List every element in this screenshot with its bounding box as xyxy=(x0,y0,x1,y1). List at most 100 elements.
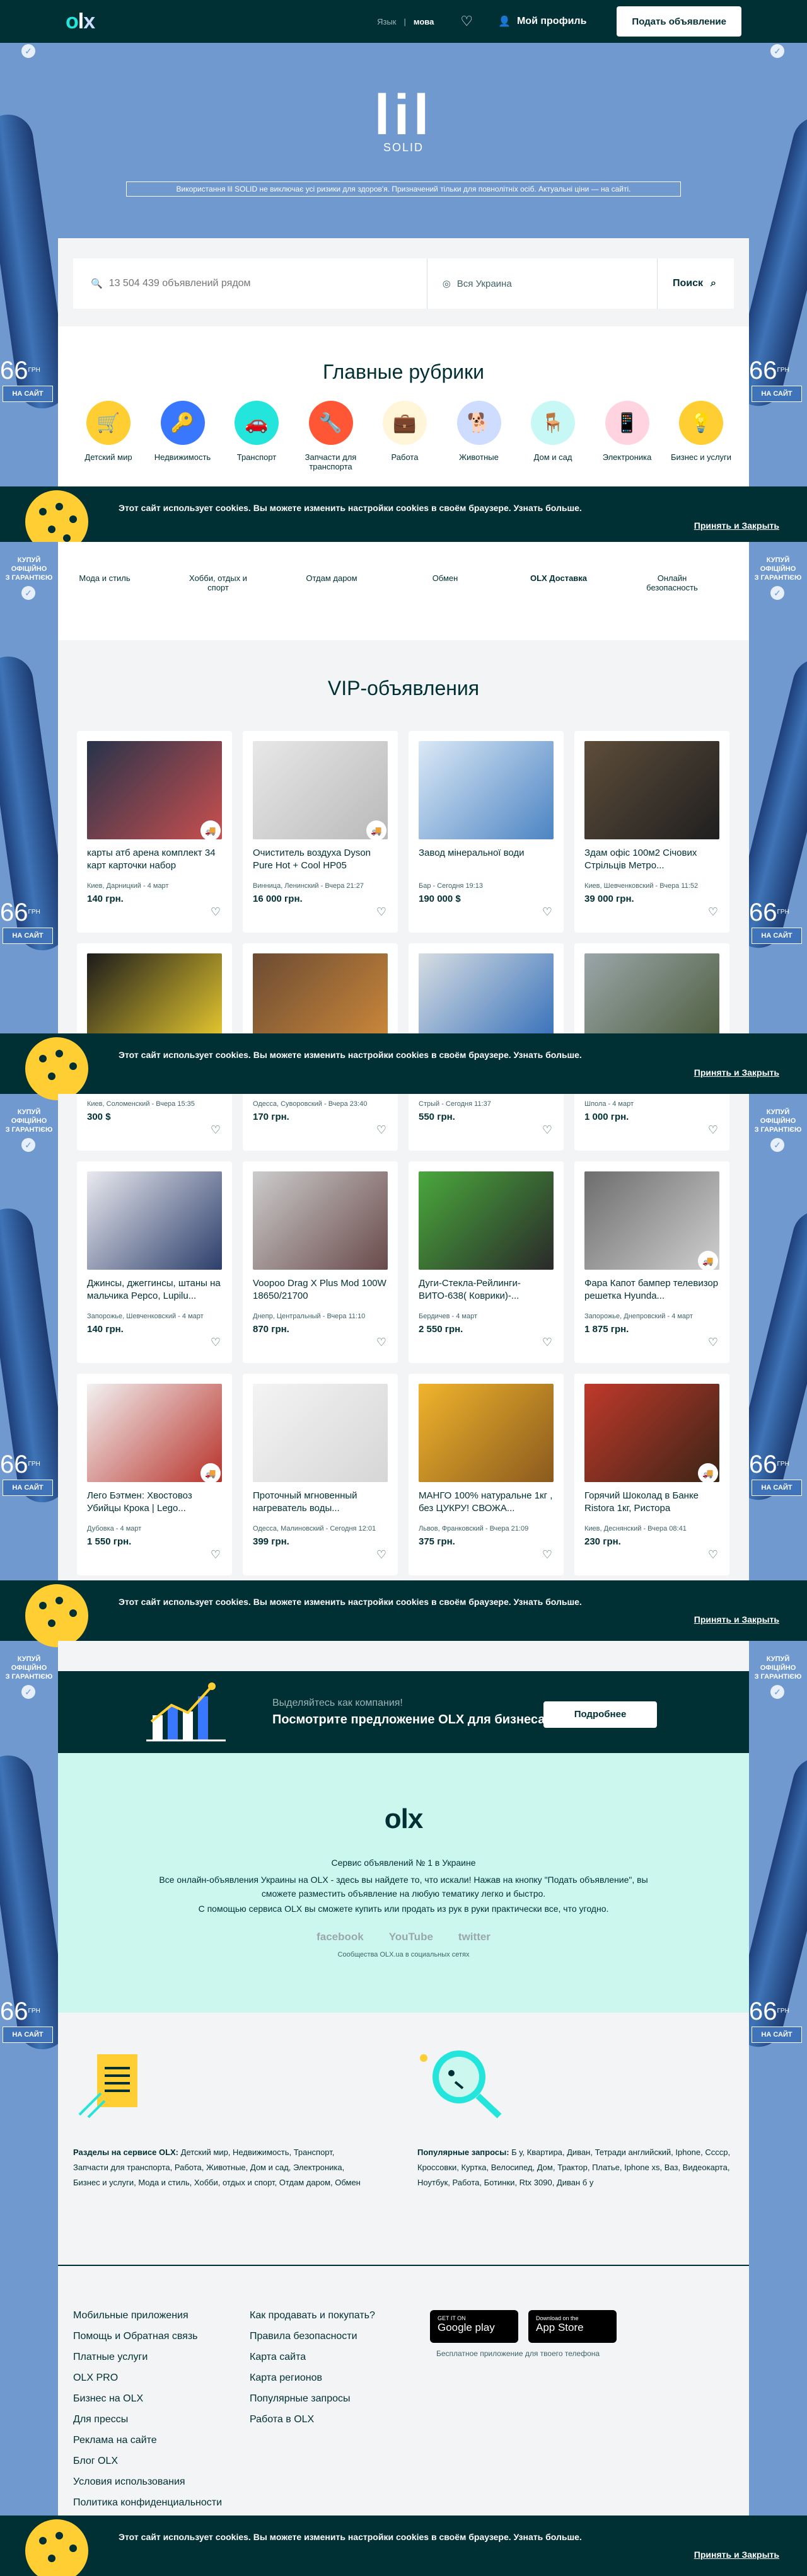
category-item[interactable]: 🔧 Запчасти для транспорта xyxy=(299,401,363,471)
footer-link[interactable]: Карта сайта xyxy=(250,2347,414,2367)
search-input[interactable] xyxy=(108,278,412,289)
ad-buy-button[interactable]: НА САЙТ xyxy=(752,928,802,944)
ad-side-left[interactable]: КУПУЙ ОФІЦІЙНО З ГАРАНТІЄЮ ✓ 66ГРН НА САЙТ xyxy=(0,1094,58,1580)
google-play-badge[interactable]: GET IT ON Google play xyxy=(430,2310,518,2343)
footer-link[interactable]: Помощь и Обратная связь xyxy=(73,2326,237,2347)
search-button[interactable]: Поиск ⌕ xyxy=(657,258,716,309)
ad-side-right[interactable]: КУПУЙ ОФІЦІЙНО З ГАРАНТІЄЮ✓66ГРННА САЙТ xyxy=(749,1641,807,2521)
heart-icon[interactable]: ♡ xyxy=(708,906,718,919)
heart-icon[interactable]: ♡ xyxy=(542,1124,552,1137)
heart-icon[interactable]: ♡ xyxy=(542,906,552,919)
vip-card[interactable]: Киев, Соломенский - Вчера 15:35300 $♡ xyxy=(77,1094,232,1151)
heart-icon[interactable]: ♡ xyxy=(708,1124,718,1137)
olx-logo[interactable]: olx xyxy=(66,9,95,34)
heart-icon[interactable]: ♡ xyxy=(542,1336,552,1349)
heart-icon[interactable]: ♡ xyxy=(211,1336,221,1349)
category-item[interactable]: Хобби, отдых и спорт xyxy=(187,573,250,592)
category-item[interactable]: 🐕 Животные xyxy=(448,401,511,471)
cookie-more-link[interactable]: Узнать больше. xyxy=(514,1597,582,1607)
lang-option-active[interactable]: мова xyxy=(414,17,434,26)
vip-card[interactable]: 🚚 Горячий Шоколад в Банке Ristora 1кг, Ри… xyxy=(574,1374,729,1575)
ad-side-left[interactable]: КУПУЙ ОФІЦІЙНО З ГАРАНТІЄЮ ✓ 66ГРН НА САЙТ xyxy=(0,1641,58,2521)
twitter-icon[interactable]: twitter xyxy=(458,1931,491,1943)
vip-card[interactable]: МАНГО 100% натуральне 1кг , без ЦУКРУ! С… xyxy=(409,1374,564,1575)
business-more-button[interactable]: Подробнее xyxy=(543,1701,657,1728)
footer-link[interactable]: Правила безопасности xyxy=(250,2326,414,2347)
vip-card[interactable]: Киев, Соломенский - Вчера 15:35300 $♡ xyxy=(77,943,232,1033)
category-item[interactable]: Мода и стиль xyxy=(73,573,136,592)
footer-link[interactable]: Бизнес на OLX xyxy=(73,2388,237,2409)
facebook-icon[interactable]: facebook xyxy=(316,1931,364,1943)
vip-card[interactable]: Шпола - 4 март1 000 грн.♡ xyxy=(574,943,729,1033)
footer-link[interactable]: Условия использования xyxy=(73,2471,237,2492)
ad-buy-button[interactable]: НА САЙТ xyxy=(3,928,53,944)
category-item[interactable]: 💼 Работа xyxy=(373,401,436,471)
cookie-more-link[interactable]: Узнать больше. xyxy=(514,2532,582,2542)
cookie-accept-button[interactable]: Принять и Закрыть xyxy=(694,2550,779,2560)
vip-card[interactable]: Джинсы, джеггинсы, штаны на мальчика Pep… xyxy=(77,1161,232,1363)
heart-icon[interactable]: ♡ xyxy=(376,906,386,919)
vip-card[interactable]: Одесса, Суворовский - Вчера 23:40170 грн… xyxy=(243,1094,398,1151)
heart-icon[interactable]: ♡ xyxy=(460,13,473,30)
category-item[interactable]: OLX Доставка xyxy=(527,573,590,592)
ad-buy-button[interactable]: НА САЙТ xyxy=(3,1480,53,1496)
heart-icon[interactable]: ♡ xyxy=(376,1548,386,1561)
vip-card[interactable]: 🚚 Лего Бэтмен: Хвостовоз Убийцы Крока | L… xyxy=(77,1374,232,1575)
vip-card[interactable]: Одесса, Суворовский - Вчера 23:40170 грн… xyxy=(243,943,398,1033)
category-item[interactable]: 🚗 Транспорт xyxy=(225,401,288,471)
category-item[interactable]: 🔑 Недвижимость xyxy=(151,401,214,471)
heart-icon[interactable]: ♡ xyxy=(708,1336,718,1349)
vip-card[interactable]: Завод мінеральної води Бар - Сегодня 19:1… xyxy=(409,731,564,933)
footer-link[interactable]: OLX PRO xyxy=(73,2367,237,2388)
cookie-accept-button[interactable]: Принять и Закрыть xyxy=(694,1614,779,1624)
vip-card[interactable]: Дуги-Стекла-Рейлинги-ВИТО-638( Коврики)-… xyxy=(409,1161,564,1363)
ad-buy-button[interactable]: НА САЙТ xyxy=(752,386,802,402)
heart-icon[interactable]: ♡ xyxy=(376,1336,386,1349)
ad-side-right[interactable]: КУПУЙ ОФІЦІЙНО З ГАРАНТІЄЮ✓66ГРННА САЙТ xyxy=(749,542,807,1033)
heart-icon[interactable]: ♡ xyxy=(542,1548,552,1561)
footer-link[interactable]: Для прессы xyxy=(73,2409,237,2430)
category-item[interactable]: Отдам даром xyxy=(300,573,363,592)
footer-link[interactable]: Карта регионов xyxy=(250,2367,414,2388)
cookie-accept-button[interactable]: Принять и Закрыть xyxy=(694,520,779,531)
footer-link[interactable]: Как продавать и покупать? xyxy=(250,2305,414,2326)
category-item[interactable]: 🛒 Детский мир xyxy=(77,401,140,471)
ad-buy-button[interactable]: НА САЙТ xyxy=(3,2027,53,2043)
vip-card[interactable]: 🚚 Фара Капот бампер телевизор решетка Hyu… xyxy=(574,1161,729,1363)
ad-side-left[interactable]: КУПУЙ ОФІЦІЙНО З ГАРАНТІЄЮ ✓ 66ГРН НА САЙТ xyxy=(0,542,58,1033)
profile-link[interactable]: 👤 Мой профиль xyxy=(498,15,586,28)
vip-card[interactable]: Voopoo Drag X Plus Mod 100W 18650/21700 Д… xyxy=(243,1161,398,1363)
vip-card[interactable]: Стрый - Сегодня 11:37550 грн.♡ xyxy=(409,1094,564,1151)
category-item[interactable]: Обмен xyxy=(414,573,477,592)
footer-link[interactable]: Работа в OLX xyxy=(250,2409,414,2430)
category-item[interactable]: Онлайн безопасность xyxy=(641,573,704,592)
category-item[interactable]: 💡 Бизнес и услуги xyxy=(670,401,733,471)
cookie-accept-button[interactable]: Принять и Закрыть xyxy=(694,1067,779,1078)
cookie-more-link[interactable]: Узнать больше. xyxy=(514,503,582,513)
footer-link[interactable]: Платные услуги xyxy=(73,2347,237,2367)
ad-buy-button[interactable]: НА САЙТ xyxy=(752,1480,802,1496)
vip-card[interactable]: Шпола - 4 март1 000 грн.♡ xyxy=(574,1094,729,1151)
footer-link[interactable]: Популярные запросы xyxy=(250,2388,414,2409)
heart-icon[interactable]: ♡ xyxy=(211,1124,221,1137)
app-store-badge[interactable]: Download on the App Store xyxy=(528,2310,617,2343)
footer-link[interactable]: Блог OLX xyxy=(73,2451,237,2471)
vip-card[interactable]: 🚚 карты атб арена комплект 34 карт карточ… xyxy=(77,731,232,933)
heart-icon[interactable]: ♡ xyxy=(376,1124,386,1137)
heart-icon[interactable]: ♡ xyxy=(211,906,221,919)
vip-card[interactable]: 🚚 Очиститель воздуха Dyson Pure Hot + Coo… xyxy=(243,731,398,933)
location-input[interactable]: Вся Украина xyxy=(457,279,512,289)
vip-card[interactable]: Проточный мгновенный нагреватель воды...… xyxy=(243,1374,398,1575)
footer-link[interactable]: Мобильные приложения xyxy=(73,2305,237,2326)
ad-side-right[interactable]: КУПУЙ ОФІЦІЙНО З ГАРАНТІЄЮ✓66ГРННА САЙТ xyxy=(749,1094,807,1580)
footer-link[interactable]: Реклама на сайте xyxy=(73,2430,237,2451)
vip-card[interactable]: Стрый - Сегодня 11:37550 грн.♡ xyxy=(409,943,564,1033)
category-item[interactable]: 🪑 Дом и сад xyxy=(521,401,584,471)
heart-icon[interactable]: ♡ xyxy=(211,1548,221,1561)
heart-icon[interactable]: ♡ xyxy=(708,1548,718,1561)
vip-card[interactable]: Здам офіс 100м2 Січових Стрільців Метро.… xyxy=(574,731,729,933)
ad-buy-button[interactable]: НА САЙТ xyxy=(3,386,53,402)
ad-buy-button[interactable]: НА САЙТ xyxy=(752,2027,802,2043)
ad-side-right[interactable]: КУПУЙ ОФІЦІЙНО З ГАРАНТІЄЮ✓66ГРННА САЙТ xyxy=(749,0,807,542)
lang-option[interactable]: Язык xyxy=(377,17,396,26)
